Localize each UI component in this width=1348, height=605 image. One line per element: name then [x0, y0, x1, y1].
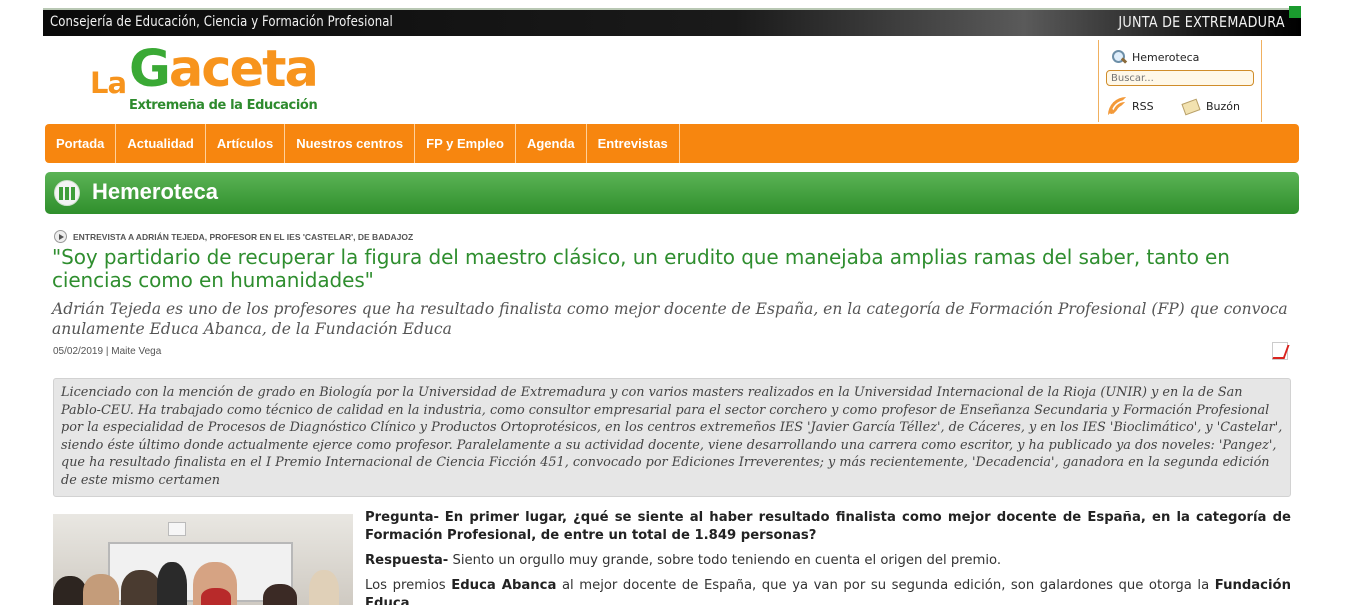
nav-item-agenda[interactable]: Agenda [516, 124, 587, 163]
interview-body: Pregunta- En primer lugar, ¿qué se sient… [365, 509, 1291, 605]
article-subtitle: Adrián Tejeda es uno de los profesores q… [52, 300, 1288, 338]
kicker-text: ENTREVISTA A ADRIÁN TEJEDA, PROFESOR EN … [73, 231, 414, 242]
logo-gaceta: Gaceta [129, 40, 319, 99]
hemeroteca-link-label: Hemeroteca [1132, 50, 1200, 64]
answer-label: Respuesta- [365, 553, 449, 568]
search-input[interactable] [1106, 70, 1254, 86]
question-1: Pregunta- En primer lugar, ¿qué se sient… [365, 509, 1291, 545]
top-banner: Consejería de Educación, Ciencia y Forma… [43, 6, 1301, 36]
consejeria-title[interactable]: Consejería de Educación, Ciencia y Forma… [50, 14, 393, 30]
mail-icon [1181, 97, 1201, 115]
logo-gaceta-g: G [129, 40, 171, 99]
p2-educa-abanca: Educa Abanca [451, 578, 557, 593]
site-logo[interactable]: La Gaceta Extremeña de la Educación [88, 40, 348, 118]
question-label: Pregunta- [365, 510, 440, 525]
rss-label: RSS [1132, 99, 1154, 113]
main-nav: Portada Actualidad Artículos Nuestros ce… [45, 124, 1299, 163]
play-arrow-icon [54, 230, 67, 243]
article-headline: "Soy partidario de recuperar la figura d… [52, 245, 1230, 292]
byline-separator: | [105, 346, 109, 357]
nav-item-actualidad[interactable]: Actualidad [116, 124, 206, 163]
p2-text-c: al mejor docente de España, que ya van p… [556, 578, 1215, 593]
buzon-link[interactable]: Buzón [1181, 97, 1240, 115]
logo-gaceta-rest: aceta [168, 40, 319, 99]
article-byline: 05/02/2019 | Maite Vega [53, 346, 161, 357]
article-date: 05/02/2019 [53, 346, 104, 357]
nav-item-portada[interactable]: Portada [45, 124, 117, 163]
section-header: Hemeroteca [45, 172, 1299, 214]
nav-item-fp-empleo[interactable]: FP y Empleo [415, 124, 516, 163]
p2-text-a: Los premios [365, 578, 452, 593]
nav-item-articulos[interactable]: Artículos [206, 124, 286, 163]
article-kicker: ENTREVISTA A ADRIÁN TEJEDA, PROFESOR EN … [54, 230, 413, 243]
utility-box: Hemeroteca RSS Buzón [1098, 40, 1262, 122]
author-bio: Licenciado con la mención de grado en Bi… [53, 378, 1291, 497]
rss-icon [1108, 97, 1126, 115]
junta-title[interactable]: JUNTA DE EXTREMADURA [1119, 13, 1285, 31]
paragraph-2: Los premios Educa Abanca al mejor docent… [365, 577, 1291, 605]
speaker-decoration [168, 522, 186, 536]
books-icon [54, 180, 80, 206]
rss-link[interactable]: RSS [1108, 97, 1154, 115]
green-square-decoration [1289, 6, 1301, 18]
pdf-icon[interactable] [1272, 342, 1288, 360]
article-photo [53, 514, 353, 605]
hemeroteca-link[interactable]: Hemeroteca [1111, 49, 1199, 65]
nav-item-entrevistas[interactable]: Entrevistas [587, 124, 680, 163]
section-title: Hemeroteca [92, 179, 218, 204]
magnifier-icon [1111, 49, 1127, 65]
article-author: Maite Vega [111, 346, 162, 357]
logo-la: La [90, 66, 127, 100]
question-text: En primer lugar, ¿qué se siente al haber… [365, 510, 1291, 543]
buzon-label: Buzón [1206, 99, 1240, 113]
answer-text: Siento un orgullo muy grande, sobre todo… [452, 553, 1002, 568]
nav-item-nuestros-centros[interactable]: Nuestros centros [285, 124, 416, 163]
logo-subtitle: Extremeña de la Educación [129, 98, 318, 113]
answer-1: Respuesta- Siento un orgullo muy grande,… [365, 552, 1291, 570]
